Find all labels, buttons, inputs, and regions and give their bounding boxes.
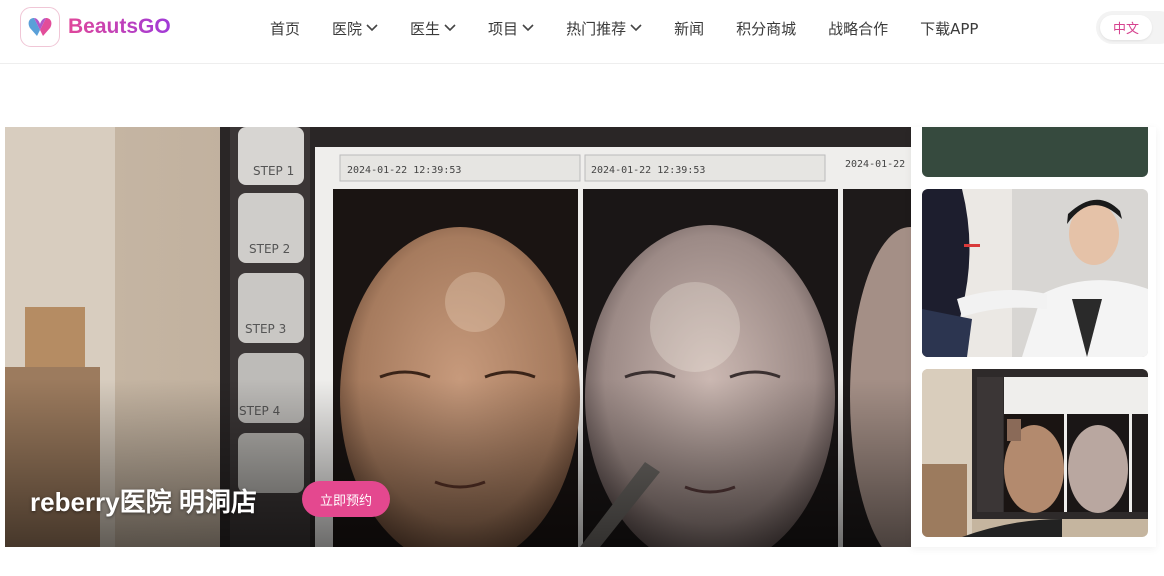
nav-label: 战略合作 (828, 19, 889, 38)
top-header: BeautsGO 首页 医院 医生 项目 热门推荐 新闻 积分商城 战略合作 下… (0, 0, 1164, 64)
nav-label: 新闻 (674, 19, 705, 38)
nav-item-points-mall[interactable]: 积分商城 (736, 18, 796, 39)
nav-label: 医院 (332, 19, 363, 38)
logo-heart-icon (20, 7, 60, 47)
nav-label: 热门推荐 (566, 19, 627, 38)
nav-item-hospitals[interactable]: 医院 (332, 18, 378, 39)
main-nav: 首页 医院 医生 项目 热门推荐 新闻 积分商城 战略合作 下载APP (270, 0, 978, 56)
nav-label: 积分商城 (736, 19, 797, 38)
nav-item-download-app[interactable]: 下载APP (920, 18, 978, 39)
brand-logo[interactable]: BeautsGO (20, 7, 171, 47)
nav-label: 项目 (488, 19, 519, 38)
thumbnail-doctor-photo (922, 189, 1148, 357)
thumbnail-skin-analyzer-photo (922, 369, 1148, 537)
nav-item-recommended[interactable]: 热门推荐 (566, 18, 642, 39)
nav-label: 医生 (410, 19, 441, 38)
nav-item-doctors[interactable]: 医生 (410, 18, 456, 39)
brand-name: BeautsGO (68, 15, 171, 38)
nav-item-home[interactable]: 首页 (270, 18, 300, 39)
hero-title: reberry医院 明洞店 (30, 487, 257, 517)
nav-item-projects[interactable]: 项目 (488, 18, 534, 39)
thumbnail-3[interactable] (922, 369, 1148, 537)
nav-label: 首页 (270, 19, 301, 38)
language-switcher[interactable]: 中文 (1096, 11, 1164, 44)
book-now-button[interactable]: 立即预约 (302, 481, 390, 517)
chevron-down-icon (444, 24, 456, 32)
chevron-down-icon (522, 24, 534, 32)
language-current[interactable]: 中文 (1100, 15, 1152, 40)
chevron-down-icon (366, 24, 378, 32)
thumbnail-2[interactable] (922, 189, 1148, 357)
chevron-down-icon (630, 24, 642, 32)
nav-item-partnership[interactable]: 战略合作 (828, 18, 888, 39)
nav-label: 下载APP (920, 19, 979, 38)
thumbnail-1[interactable] (922, 127, 1148, 177)
nav-item-news[interactable]: 新闻 (674, 18, 704, 39)
